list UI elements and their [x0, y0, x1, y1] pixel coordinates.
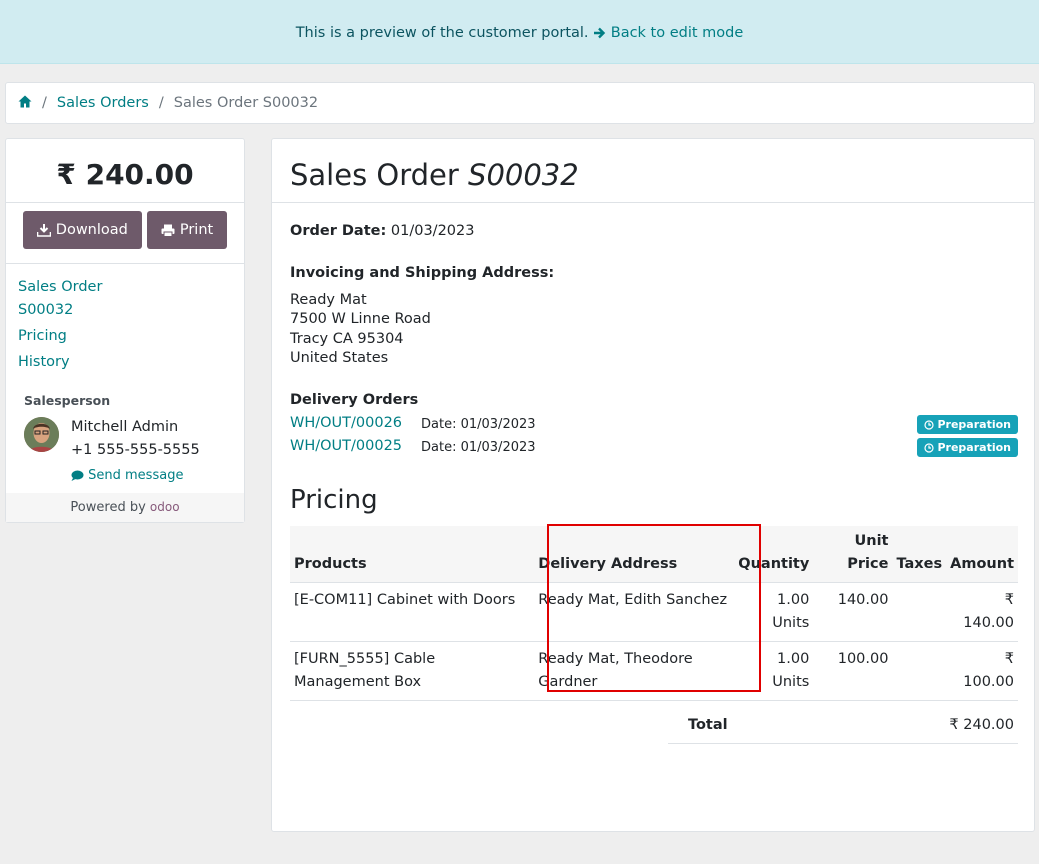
col-unit-price-line2: Price [847, 555, 889, 572]
powered-by-label: Powered by [70, 500, 146, 515]
pricing-heading: Pricing [290, 485, 378, 515]
home-icon [18, 95, 32, 107]
line-unit-price: 100.00 [813, 641, 893, 701]
printer-icon [161, 224, 175, 237]
title-prefix: Sales Order [290, 158, 459, 192]
order-date: Order Date: 01/03/2023 [290, 223, 474, 239]
col-quantity: Quantity [734, 526, 814, 583]
download-icon [36, 223, 51, 237]
address-block: Ready Mat 7500 W Linne Road Tracy CA 953… [290, 291, 431, 368]
salesperson-label: Salesperson [24, 393, 111, 408]
address-line: 7500 W Linne Road [290, 311, 431, 328]
powered-by: Powered by odoo [6, 493, 244, 522]
status-badge: Preparation [916, 415, 1018, 434]
line-amount: ₹ 100.00 [946, 641, 1018, 701]
title-ref: S00032 [468, 158, 579, 192]
sidebar-nav: Sales Order S00032 Pricing History [18, 276, 102, 374]
status-label: Preparation [937, 418, 1011, 431]
total-value: ₹ 240.00 [949, 717, 1014, 733]
print-label: Print [179, 222, 214, 238]
avatar-image [24, 417, 59, 452]
page-title: Sales Order S00032 [272, 139, 1034, 203]
banner-text: This is a preview of the customer portal… [295, 25, 589, 41]
clock-icon [924, 420, 934, 430]
line-uom: Units [772, 673, 810, 690]
delivery-heading: Delivery Orders [290, 392, 419, 408]
col-delivery-address: Delivery Address [534, 526, 735, 583]
delivery-ref-link[interactable]: WH/OUT/00026 [290, 415, 402, 431]
status-badge: Preparation [916, 438, 1018, 457]
breadcrumb: / Sales Orders / Sales Order S00032 [5, 82, 1035, 124]
status-label: Preparation [937, 441, 1011, 454]
print-button[interactable]: Print [146, 211, 228, 249]
odoo-logo: odoo [149, 500, 180, 514]
order-date-value: 01/03/2023 [390, 223, 475, 239]
nav-pricing[interactable]: Pricing [18, 325, 102, 348]
breadcrumb-separator: / [42, 95, 47, 111]
address-line: United States [290, 349, 389, 366]
delivery-date-label: Date: [421, 440, 457, 455]
table-header-row: Products Delivery Address Quantity Unit … [290, 526, 1018, 583]
delivery-date-value: 01/03/2023 [460, 440, 536, 455]
address-heading: Invoicing and Shipping Address: [290, 265, 555, 281]
delivery-row: WH/OUT/00026 Date: 01/03/2023 Preparatio… [290, 415, 1018, 435]
send-message-label: Send message [88, 468, 184, 483]
line-taxes [892, 641, 947, 701]
avatar [24, 417, 59, 452]
line-uom: Units [772, 614, 810, 631]
back-to-edit-label: Back to edit mode [610, 25, 744, 41]
clock-icon [924, 443, 934, 453]
delivery-date: Date: 01/03/2023 [421, 417, 536, 432]
line-qty-value: 1.00 [777, 650, 810, 667]
line-qty-value: 1.00 [777, 591, 810, 608]
line-product: [E-COM11] Cabinet with Doors [290, 582, 535, 642]
delivery-date: Date: 01/03/2023 [421, 440, 536, 455]
preview-banner: This is a preview of the customer portal… [0, 0, 1039, 64]
delivery-date-value: 01/03/2023 [460, 417, 536, 432]
salesperson-phone: +1 555-555-5555 [71, 442, 200, 458]
nav-sales-order[interactable]: Sales Order [18, 276, 102, 299]
delivery-ref-link[interactable]: WH/OUT/00025 [290, 438, 402, 454]
back-to-edit-link[interactable]: Back to edit mode [593, 25, 743, 41]
table-row: [E-COM11] Cabinet with Doors Ready Mat, … [290, 582, 1018, 642]
delivery-row: WH/OUT/00025 Date: 01/03/2023 Preparatio… [290, 438, 1018, 458]
nav-order-ref[interactable]: S00032 [18, 299, 102, 322]
sidebar-divider [6, 263, 244, 264]
line-quantity: 1.00 Units [734, 582, 814, 642]
address-line: Tracy CA 95304 [290, 330, 404, 347]
salesperson-name: Mitchell Admin [71, 419, 179, 435]
total-row: Total ₹ 240.00 [668, 714, 1018, 744]
line-product: [FURN_5555] Cable Management Box [290, 641, 535, 701]
delivery-date-label: Date: [421, 417, 457, 432]
line-delivery-address: Ready Mat, Edith Sanchez [534, 582, 735, 642]
col-unit-price: Unit Price [813, 526, 893, 583]
breadcrumb-current: Sales Order S00032 [173, 95, 319, 111]
download-button[interactable]: Download [22, 211, 142, 249]
address-line: Ready Mat [290, 292, 367, 308]
sidebar: ₹ 240.00 Download Print Sales Order S000… [5, 138, 245, 523]
line-taxes [892, 582, 947, 642]
nav-history[interactable]: History [18, 351, 102, 374]
table-row: [FURN_5555] Cable Management Box Ready M… [290, 641, 1018, 701]
col-taxes: Taxes [892, 526, 947, 583]
arrow-right-icon [594, 27, 606, 39]
col-unit-price-line1: Unit [854, 532, 889, 549]
line-unit-price: 140.00 [813, 582, 893, 642]
order-lines-table: Products Delivery Address Quantity Unit … [290, 526, 1018, 701]
total-label: Total [688, 717, 728, 733]
send-message-link[interactable]: Send message [71, 468, 183, 483]
home-link[interactable] [18, 95, 32, 112]
line-quantity: 1.00 Units [734, 641, 814, 701]
line-amount: ₹ 140.00 [946, 582, 1018, 642]
breadcrumb-sales-orders[interactable]: Sales Orders [57, 95, 149, 111]
comment-icon [71, 470, 84, 481]
col-amount: Amount [946, 526, 1018, 583]
line-delivery-address: Ready Mat, Theodore Gardner [534, 641, 735, 701]
col-products: Products [290, 526, 535, 583]
breadcrumb-separator: / [158, 95, 164, 111]
order-panel: Sales Order S00032 Order Date: 01/03/202… [271, 138, 1035, 832]
order-amount: ₹ 240.00 [6, 139, 244, 203]
order-date-label: Order Date: [290, 223, 387, 239]
download-label: Download [55, 222, 128, 238]
